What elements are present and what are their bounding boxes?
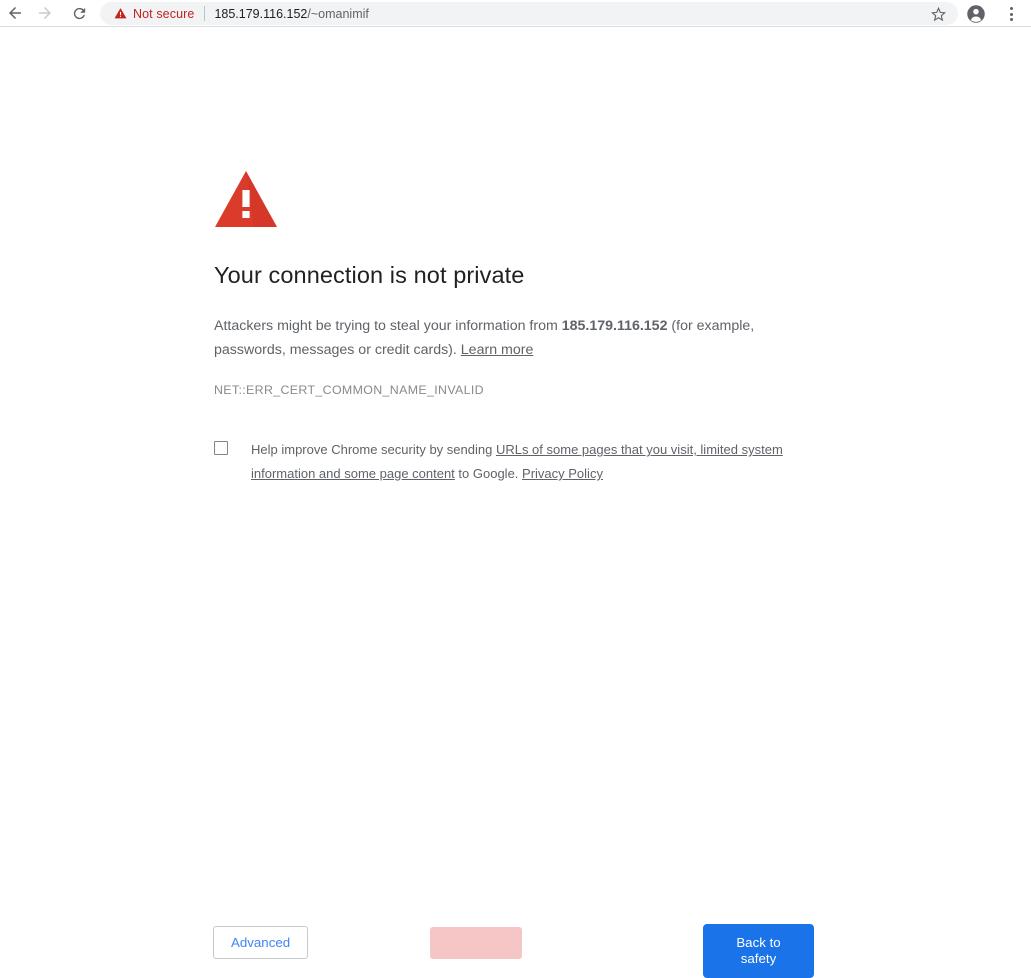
browser-toolbar: Not secure 185.179.116.152/~omanimif [0, 0, 1031, 27]
ssl-interstitial: Your connection is not private Attackers… [213, 170, 814, 978]
omnibox[interactable]: Not secure 185.179.116.152/~omanimif [100, 2, 958, 25]
back-to-safety-button[interactable]: Back to safety [703, 924, 814, 978]
security-optin-row: Help improve Chrome security by sending … [214, 438, 814, 486]
omnibox-url-text[interactable]: 185.179.116.152/~omanimif [214, 7, 958, 21]
back-arrow-icon [9, 7, 21, 19]
advanced-button-wrap: Advanced [213, 926, 309, 959]
optin-text-part2: to Google. [454, 466, 523, 481]
omnibox-url-host: 185.179.116.152 [214, 6, 308, 21]
advanced-button-highlight [430, 927, 522, 959]
reload-button[interactable] [64, 0, 94, 27]
menu-dot-icon [1009, 7, 1013, 10]
omnibox-divider [204, 6, 206, 21]
not-secure-warning-icon [114, 7, 127, 20]
optin-text-part1: Help improve Chrome security by sending [251, 442, 496, 457]
error-description: Attackers might be trying to steal your … [214, 314, 799, 362]
error-code: NET::ERR_CERT_COMMON_NAME_INVALID [214, 383, 484, 397]
chrome-menu-button[interactable] [1002, 4, 1020, 24]
menu-dot-icon [1009, 18, 1013, 21]
profile-icon [967, 5, 985, 23]
menu-dot-icon [1009, 12, 1013, 16]
security-optin-checkbox[interactable] [214, 441, 228, 455]
profile-avatar-button[interactable] [966, 4, 986, 24]
error-description-host: 185.179.116.152 [561, 318, 668, 334]
page-content: Your connection is not private Attackers… [0, 27, 1031, 978]
security-optin-label: Help improve Chrome security by sending … [251, 438, 791, 486]
back-button[interactable] [0, 0, 30, 27]
learn-more-link[interactable]: Learn more [461, 342, 534, 358]
forward-button[interactable] [30, 0, 60, 27]
reload-icon [73, 7, 85, 19]
error-description-prefix: Attackers might be trying to steal your … [214, 318, 562, 334]
omnibox-url-path: /~omanimif [307, 6, 369, 21]
bookmark-star-icon[interactable] [928, 5, 948, 23]
page-title: Your connection is not private [214, 262, 525, 288]
not-secure-label[interactable]: Not secure [133, 7, 194, 21]
warning-triangle-icon [215, 171, 277, 227]
advanced-button[interactable]: Advanced [213, 926, 309, 959]
button-row: Advanced Back to safety [213, 541, 814, 978]
forward-arrow-icon [39, 7, 51, 19]
privacy-policy-link[interactable]: Privacy Policy [522, 466, 603, 481]
